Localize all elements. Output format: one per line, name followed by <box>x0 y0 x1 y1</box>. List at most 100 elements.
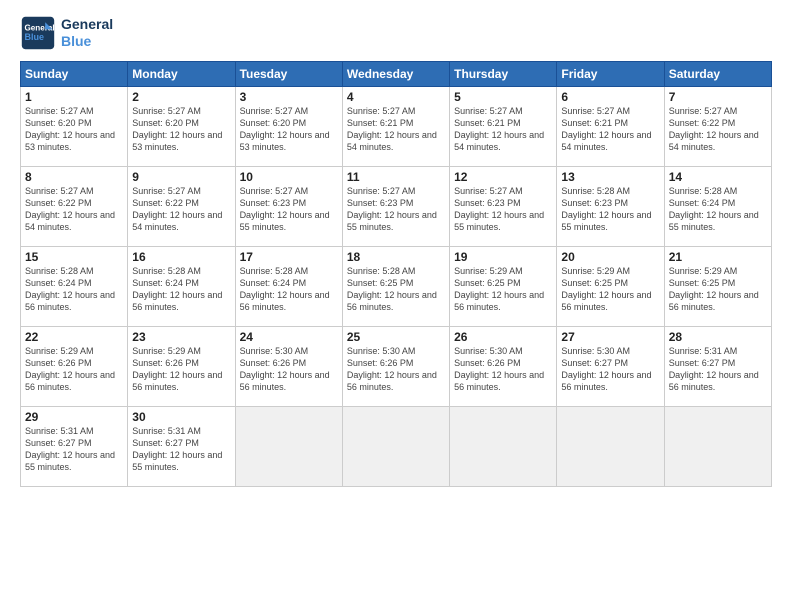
calendar-cell-w0d4: 5Sunrise: 5:27 AMSunset: 6:21 PMDaylight… <box>450 87 557 167</box>
day-info: Sunrise: 5:27 AMSunset: 6:21 PMDaylight:… <box>454 105 552 154</box>
day-number: 8 <box>25 170 123 184</box>
day-number: 9 <box>132 170 230 184</box>
day-number: 27 <box>561 330 659 344</box>
day-info: Sunrise: 5:29 AMSunset: 6:25 PMDaylight:… <box>669 265 767 314</box>
calendar-cell-w1d5: 13Sunrise: 5:28 AMSunset: 6:23 PMDayligh… <box>557 167 664 247</box>
calendar-cell-w0d6: 7Sunrise: 5:27 AMSunset: 6:22 PMDaylight… <box>664 87 771 167</box>
day-number: 2 <box>132 90 230 104</box>
logo-icon: General Blue <box>20 15 56 51</box>
day-info: Sunrise: 5:29 AMSunset: 6:26 PMDaylight:… <box>25 345 123 394</box>
day-info: Sunrise: 5:29 AMSunset: 6:25 PMDaylight:… <box>454 265 552 314</box>
day-number: 22 <box>25 330 123 344</box>
day-number: 13 <box>561 170 659 184</box>
day-info: Sunrise: 5:31 AMSunset: 6:27 PMDaylight:… <box>132 425 230 474</box>
calendar-week-2: 15Sunrise: 5:28 AMSunset: 6:24 PMDayligh… <box>21 247 772 327</box>
calendar-cell-w4d6 <box>664 407 771 487</box>
calendar-cell-w1d0: 8Sunrise: 5:27 AMSunset: 6:22 PMDaylight… <box>21 167 128 247</box>
calendar-cell-w2d2: 17Sunrise: 5:28 AMSunset: 6:24 PMDayligh… <box>235 247 342 327</box>
day-info: Sunrise: 5:27 AMSunset: 6:20 PMDaylight:… <box>132 105 230 154</box>
logo-text: General Blue <box>61 16 113 50</box>
day-info: Sunrise: 5:30 AMSunset: 6:26 PMDaylight:… <box>240 345 338 394</box>
day-number: 30 <box>132 410 230 424</box>
day-number: 11 <box>347 170 445 184</box>
calendar-cell-w0d5: 6Sunrise: 5:27 AMSunset: 6:21 PMDaylight… <box>557 87 664 167</box>
day-info: Sunrise: 5:27 AMSunset: 6:20 PMDaylight:… <box>240 105 338 154</box>
day-info: Sunrise: 5:27 AMSunset: 6:23 PMDaylight:… <box>240 185 338 234</box>
calendar-cell-w3d5: 27Sunrise: 5:30 AMSunset: 6:27 PMDayligh… <box>557 327 664 407</box>
calendar-week-3: 22Sunrise: 5:29 AMSunset: 6:26 PMDayligh… <box>21 327 772 407</box>
day-number: 3 <box>240 90 338 104</box>
day-info: Sunrise: 5:27 AMSunset: 6:20 PMDaylight:… <box>25 105 123 154</box>
svg-text:Blue: Blue <box>25 32 45 42</box>
calendar-cell-w3d1: 23Sunrise: 5:29 AMSunset: 6:26 PMDayligh… <box>128 327 235 407</box>
calendar-cell-w2d1: 16Sunrise: 5:28 AMSunset: 6:24 PMDayligh… <box>128 247 235 327</box>
calendar-cell-w1d1: 9Sunrise: 5:27 AMSunset: 6:22 PMDaylight… <box>128 167 235 247</box>
calendar-cell-w4d3 <box>342 407 449 487</box>
day-number: 23 <box>132 330 230 344</box>
calendar-cell-w3d4: 26Sunrise: 5:30 AMSunset: 6:26 PMDayligh… <box>450 327 557 407</box>
calendar-cell-w3d0: 22Sunrise: 5:29 AMSunset: 6:26 PMDayligh… <box>21 327 128 407</box>
day-info: Sunrise: 5:27 AMSunset: 6:21 PMDaylight:… <box>561 105 659 154</box>
day-number: 29 <box>25 410 123 424</box>
calendar-cell-w0d1: 2Sunrise: 5:27 AMSunset: 6:20 PMDaylight… <box>128 87 235 167</box>
day-number: 19 <box>454 250 552 264</box>
calendar-header-tuesday: Tuesday <box>235 62 342 87</box>
day-info: Sunrise: 5:27 AMSunset: 6:22 PMDaylight:… <box>669 105 767 154</box>
calendar-cell-w2d4: 19Sunrise: 5:29 AMSunset: 6:25 PMDayligh… <box>450 247 557 327</box>
day-number: 26 <box>454 330 552 344</box>
calendar-cell-w1d6: 14Sunrise: 5:28 AMSunset: 6:24 PMDayligh… <box>664 167 771 247</box>
day-number: 15 <box>25 250 123 264</box>
day-number: 16 <box>132 250 230 264</box>
day-number: 7 <box>669 90 767 104</box>
calendar-cell-w3d2: 24Sunrise: 5:30 AMSunset: 6:26 PMDayligh… <box>235 327 342 407</box>
calendar-cell-w1d2: 10Sunrise: 5:27 AMSunset: 6:23 PMDayligh… <box>235 167 342 247</box>
calendar-cell-w4d2 <box>235 407 342 487</box>
day-number: 10 <box>240 170 338 184</box>
calendar-header-row: SundayMondayTuesdayWednesdayThursdayFrid… <box>21 62 772 87</box>
day-number: 17 <box>240 250 338 264</box>
calendar-cell-w2d5: 20Sunrise: 5:29 AMSunset: 6:25 PMDayligh… <box>557 247 664 327</box>
day-number: 28 <box>669 330 767 344</box>
day-info: Sunrise: 5:27 AMSunset: 6:22 PMDaylight:… <box>25 185 123 234</box>
calendar-week-4: 29Sunrise: 5:31 AMSunset: 6:27 PMDayligh… <box>21 407 772 487</box>
calendar-header-friday: Friday <box>557 62 664 87</box>
day-info: Sunrise: 5:29 AMSunset: 6:25 PMDaylight:… <box>561 265 659 314</box>
day-info: Sunrise: 5:28 AMSunset: 6:23 PMDaylight:… <box>561 185 659 234</box>
page: General Blue General Blue SundayMondayTu… <box>0 0 792 612</box>
calendar-cell-w3d6: 28Sunrise: 5:31 AMSunset: 6:27 PMDayligh… <box>664 327 771 407</box>
day-info: Sunrise: 5:27 AMSunset: 6:23 PMDaylight:… <box>347 185 445 234</box>
calendar-cell-w4d1: 30Sunrise: 5:31 AMSunset: 6:27 PMDayligh… <box>128 407 235 487</box>
day-info: Sunrise: 5:30 AMSunset: 6:26 PMDaylight:… <box>347 345 445 394</box>
day-number: 1 <box>25 90 123 104</box>
day-info: Sunrise: 5:28 AMSunset: 6:24 PMDaylight:… <box>669 185 767 234</box>
day-info: Sunrise: 5:27 AMSunset: 6:23 PMDaylight:… <box>454 185 552 234</box>
calendar-cell-w2d3: 18Sunrise: 5:28 AMSunset: 6:25 PMDayligh… <box>342 247 449 327</box>
header: General Blue General Blue <box>20 15 772 51</box>
calendar-cell-w0d3: 4Sunrise: 5:27 AMSunset: 6:21 PMDaylight… <box>342 87 449 167</box>
calendar-header-thursday: Thursday <box>450 62 557 87</box>
day-info: Sunrise: 5:31 AMSunset: 6:27 PMDaylight:… <box>25 425 123 474</box>
calendar-cell-w2d0: 15Sunrise: 5:28 AMSunset: 6:24 PMDayligh… <box>21 247 128 327</box>
calendar-cell-w1d4: 12Sunrise: 5:27 AMSunset: 6:23 PMDayligh… <box>450 167 557 247</box>
day-number: 5 <box>454 90 552 104</box>
day-info: Sunrise: 5:31 AMSunset: 6:27 PMDaylight:… <box>669 345 767 394</box>
day-info: Sunrise: 5:28 AMSunset: 6:24 PMDaylight:… <box>25 265 123 314</box>
calendar-cell-w1d3: 11Sunrise: 5:27 AMSunset: 6:23 PMDayligh… <box>342 167 449 247</box>
logo: General Blue General Blue <box>20 15 113 51</box>
day-number: 6 <box>561 90 659 104</box>
day-info: Sunrise: 5:28 AMSunset: 6:24 PMDaylight:… <box>240 265 338 314</box>
day-number: 18 <box>347 250 445 264</box>
calendar-header-monday: Monday <box>128 62 235 87</box>
calendar-header-wednesday: Wednesday <box>342 62 449 87</box>
calendar: SundayMondayTuesdayWednesdayThursdayFrid… <box>20 61 772 487</box>
day-info: Sunrise: 5:30 AMSunset: 6:27 PMDaylight:… <box>561 345 659 394</box>
calendar-cell-w4d0: 29Sunrise: 5:31 AMSunset: 6:27 PMDayligh… <box>21 407 128 487</box>
calendar-cell-w4d5 <box>557 407 664 487</box>
calendar-week-0: 1Sunrise: 5:27 AMSunset: 6:20 PMDaylight… <box>21 87 772 167</box>
day-number: 25 <box>347 330 445 344</box>
day-info: Sunrise: 5:27 AMSunset: 6:21 PMDaylight:… <box>347 105 445 154</box>
day-info: Sunrise: 5:27 AMSunset: 6:22 PMDaylight:… <box>132 185 230 234</box>
day-info: Sunrise: 5:28 AMSunset: 6:25 PMDaylight:… <box>347 265 445 314</box>
day-info: Sunrise: 5:30 AMSunset: 6:26 PMDaylight:… <box>454 345 552 394</box>
day-number: 21 <box>669 250 767 264</box>
